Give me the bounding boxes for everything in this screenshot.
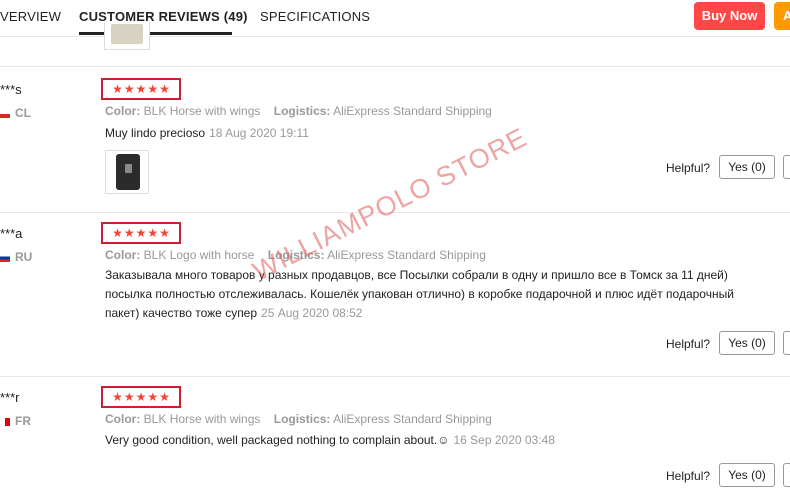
review-text: Very good condition, well packaged nothi… [105, 431, 745, 450]
review-content: Very good condition, well packaged nothi… [105, 433, 450, 447]
star-rating: ★ ★ ★ ★ ★ [101, 222, 181, 244]
star-icon: ★ [147, 82, 159, 96]
review-photo-thumbnail[interactable] [104, 22, 150, 50]
product-photo [111, 24, 143, 44]
star-rating: ★ ★ ★ ★ ★ [101, 78, 181, 100]
review-date: 18 Aug 2020 19:11 [209, 126, 309, 140]
country-code: CL [15, 106, 31, 120]
reviewer-name: ***r [0, 390, 20, 405]
review-date: 25 Aug 2020 08:52 [261, 306, 363, 320]
reviewer-name: ***a [0, 226, 23, 241]
helpful-yes-button[interactable]: Yes (0) [719, 463, 775, 487]
logistics-value: AliExpress Standard Shipping [327, 248, 486, 262]
star-icon: ★ [123, 390, 135, 404]
star-icon: ★ [123, 82, 135, 96]
tab-specifications[interactable]: SPECIFICATIONS [260, 9, 370, 24]
review-text: Muy lindo precioso 18 Aug 2020 19:11 [105, 124, 745, 143]
add-to-cart-button[interactable]: A [774, 2, 790, 30]
reviewer-name: ***s [0, 82, 22, 97]
country-code: RU [15, 250, 33, 264]
review-date: 16 Sep 2020 03:48 [453, 433, 555, 447]
helpful-yes-button[interactable]: Yes (0) [719, 155, 775, 179]
logistics-value: AliExpress Standard Shipping [333, 412, 492, 426]
star-icon: ★ [135, 82, 147, 96]
helpful-no-button[interactable] [783, 155, 790, 179]
country-code: FR [15, 414, 31, 428]
helpful-no-button[interactable] [783, 463, 790, 487]
helpful-label: Helpful? [666, 337, 711, 351]
color-value: BLK Horse with wings [143, 104, 261, 118]
star-icon: ★ [159, 390, 170, 404]
france-flag-icon [0, 418, 10, 426]
reviewer-country: CL [0, 106, 31, 120]
review-divider [0, 376, 790, 377]
chile-flag-icon [0, 110, 10, 118]
reviewer-country: RU [0, 250, 32, 264]
review-content: Заказывала много товаров у разных продав… [105, 268, 734, 320]
review-sku-info: Color: BLK Horse with wings Logistics: A… [105, 412, 492, 426]
logistics-value: AliExpress Standard Shipping [333, 104, 492, 118]
color-label: Color: [105, 412, 141, 426]
star-icon: ★ [159, 226, 170, 240]
reviewer-country: FR [0, 414, 31, 428]
helpful-yes-button[interactable]: Yes (0) [719, 331, 775, 355]
star-icon: ★ [135, 226, 147, 240]
color-value: BLK Logo with horse [143, 248, 255, 262]
color-label: Color: [105, 104, 141, 118]
logistics-label: Logistics: [273, 412, 331, 426]
star-rating: ★ ★ ★ ★ ★ [101, 386, 181, 408]
color-value: BLK Horse with wings [143, 412, 261, 426]
star-icon: ★ [112, 226, 123, 240]
review-text: Заказывала много товаров у разных продав… [105, 266, 745, 323]
star-icon: ★ [123, 226, 135, 240]
buy-now-button[interactable]: Buy Now [694, 2, 765, 30]
helpful-no-button[interactable] [783, 331, 790, 355]
helpful-label: Helpful? [666, 469, 711, 483]
review-divider [0, 66, 790, 67]
star-icon: ★ [147, 390, 159, 404]
review-content: Muy lindo precioso [105, 126, 206, 140]
star-icon: ★ [159, 82, 170, 96]
review-sku-info: Color: BLK Horse with wings Logistics: A… [105, 104, 492, 118]
russia-flag-icon [0, 254, 10, 262]
review-photo-thumbnail[interactable] [105, 150, 149, 194]
star-icon: ★ [112, 82, 123, 96]
helpful-label: Helpful? [666, 161, 711, 175]
active-tab-indicator [79, 32, 232, 35]
star-icon: ★ [135, 390, 147, 404]
color-label: Color: [105, 248, 141, 262]
tab-overview[interactable]: VERVIEW [0, 9, 61, 24]
logistics-label: Logistics: [273, 104, 331, 118]
star-icon: ★ [147, 226, 159, 240]
wallet-photo [116, 154, 140, 190]
star-icon: ★ [112, 390, 123, 404]
store-watermark: WILLIAMPOLO STORE [247, 122, 532, 287]
